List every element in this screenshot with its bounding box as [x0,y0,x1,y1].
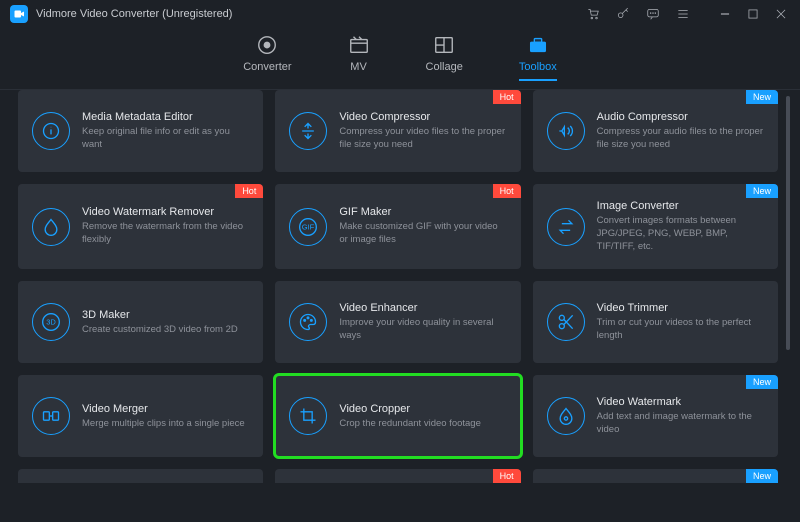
tab-mv[interactable]: MV [348,34,370,73]
tool-desc: Convert images formats between JPG/JPEG,… [597,215,764,253]
tool-desc: Compress your video files to the proper … [339,126,506,152]
badge-hot: Hot [493,184,521,198]
tool-card-video-merger[interactable]: Video Merger Merge multiple clips into a … [18,375,263,457]
tool-title: Video Trimmer [597,302,764,314]
tool-card-media-metadata-editor[interactable]: Media Metadata Editor Keep original file … [18,90,263,172]
tab-toolbox[interactable]: Toolbox [519,34,557,73]
tab-label: Toolbox [519,61,557,73]
tool-desc: Add text and image watermark to the vide… [597,411,764,437]
compress-v-icon [289,112,327,150]
palette-icon [289,303,327,341]
app-title: Vidmore Video Converter (Unregistered) [36,8,232,20]
badge-hot: Hot [493,469,521,483]
tool-card-video-trimmer[interactable]: Video Trimmer Trim or cut your videos to … [533,281,778,363]
compress-a-icon [547,112,585,150]
gif-icon [289,208,327,246]
tool-card-video-watermark[interactable]: New Video Watermark Add text and image wat… [533,375,778,457]
tool-title: 3D Maker [82,309,249,321]
tool-card-gif-maker[interactable]: Hot GIF Maker Make customized GIF with you… [275,184,520,269]
tool-title: Video Watermark Remover [82,206,249,218]
key-icon[interactable] [616,7,630,21]
tool-card-video-compressor[interactable]: Hot Video Compressor Compress your video f… [275,90,520,172]
tool-desc: Crop the redundant video footage [339,418,506,431]
tool-title: Image Converter [597,200,764,212]
maximize-icon[interactable] [746,7,760,21]
close-icon[interactable] [774,7,788,21]
info-icon [32,112,70,150]
tab-label: Collage [426,61,463,73]
tool-desc: Create customized 3D video from 2D [82,324,249,337]
scrollbar[interactable] [786,96,790,506]
tool-card-peek[interactable]: New [533,469,778,483]
tool-title: Video Watermark [597,396,764,408]
tab-label: Converter [243,61,291,73]
tab-converter[interactable]: Converter [243,34,291,73]
tool-title: GIF Maker [339,206,506,218]
tool-title: Video Compressor [339,111,506,123]
titlebar: Vidmore Video Converter (Unregistered) [0,0,800,28]
tool-card-3d-maker[interactable]: 3D Maker Create customized 3D video from … [18,281,263,363]
merge-icon [32,397,70,435]
tool-desc: Trim or cut your videos to the perfect l… [597,317,764,343]
tool-title: Video Cropper [339,403,506,415]
tool-desc: Keep original file info or edit as you w… [82,126,249,152]
badge-new: New [746,90,778,104]
tool-card-peek[interactable] [18,469,263,483]
scrollbar-thumb[interactable] [786,96,790,350]
app-logo [10,5,28,23]
tab-label: MV [350,61,367,73]
feedback-icon[interactable] [646,7,660,21]
menu-icon[interactable] [676,7,690,21]
3d-icon [32,303,70,341]
tool-card-video-watermark-remover[interactable]: Hot Video Watermark Remover Remove the wat… [18,184,263,269]
tool-title: Audio Compressor [597,111,764,123]
nav-tabs: Converter MV Collage Toolbox [0,28,800,82]
scissors-icon [547,303,585,341]
tool-card-video-cropper[interactable]: Video Cropper Crop the redundant video fo… [275,375,520,457]
tool-card-video-enhancer[interactable]: Video Enhancer Improve your video quality… [275,281,520,363]
tool-desc: Merge multiple clips into a single piece [82,418,249,431]
tool-card-peek[interactable]: Hot [275,469,520,483]
tool-desc: Remove the watermark from the video flex… [82,221,249,247]
water-icon [547,397,585,435]
cart-icon[interactable] [586,7,600,21]
tab-collage[interactable]: Collage [426,34,463,73]
badge-hot: Hot [493,90,521,104]
tool-desc: Make customized GIF with your video or i… [339,221,506,247]
tool-grid: Media Metadata Editor Keep original file … [18,90,778,512]
droplet-icon [32,208,70,246]
swap-icon [547,208,585,246]
badge-new: New [746,184,778,198]
minimize-icon[interactable] [718,7,732,21]
tool-title: Media Metadata Editor [82,111,249,123]
tool-desc: Improve your video quality in several wa… [339,317,506,343]
tool-desc: Compress your audio files to the proper … [597,126,764,152]
crop-icon [289,397,327,435]
tool-title: Video Merger [82,403,249,415]
badge-new: New [746,375,778,389]
badge-new: New [746,469,778,483]
tool-card-image-converter[interactable]: New Image Converter Convert images formats… [533,184,778,269]
tool-title: Video Enhancer [339,302,506,314]
tool-card-audio-compressor[interactable]: New Audio Compressor Compress your audio f… [533,90,778,172]
badge-hot: Hot [235,184,263,198]
